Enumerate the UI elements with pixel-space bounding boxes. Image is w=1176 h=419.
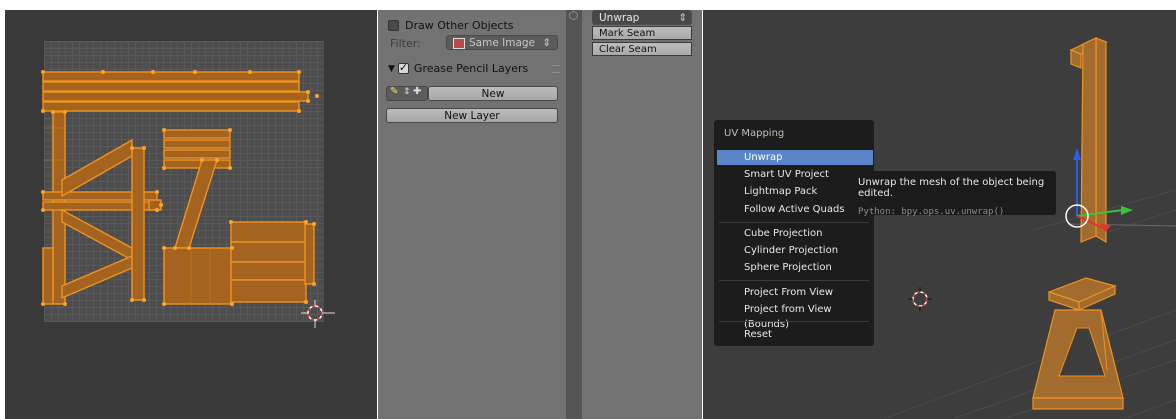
dropdown-arrows-icon: ⇕ [542, 37, 551, 49]
region-divider[interactable] [566, 10, 582, 419]
mark-seam-button[interactable]: Mark Seam [592, 26, 692, 40]
unwrap-dropdown-label: Unwrap [599, 12, 640, 24]
uv-island-plank [42, 71, 300, 82]
uv-island-slat [163, 149, 231, 159]
menu-item-cube-projection[interactable]: Cube Projection [717, 226, 873, 241]
filter-label: Filter: [390, 37, 421, 50]
uv-island-block [230, 241, 307, 263]
pencil-icon: ✎ [390, 86, 399, 97]
unwrap-dropdown[interactable]: Unwrap ⇕ [592, 10, 692, 25]
grease-pencil-datablock-selector[interactable]: ✎ ⇕ ✚ [386, 86, 428, 101]
new-layer-button[interactable]: New Layer [386, 108, 558, 123]
collapse-arrow-icon[interactable]: ▼ [388, 64, 395, 74]
grease-pencil-layers-checkbox[interactable] [397, 61, 409, 74]
unwrap-tooltip: Unwrap the mesh of the object being edit… [848, 171, 1056, 217]
uv-island-brace [61, 208, 133, 262]
uv-island-block [304, 223, 315, 285]
grease-pencil-layers-header[interactable]: ▼ Grease Pencil Layers [388, 61, 529, 75]
tool-shelf: Unwrap ⇕ Mark Seam Clear Seam [582, 10, 702, 419]
z-axis-arrow-head [1073, 148, 1081, 160]
region-toggle-icon[interactable] [569, 11, 578, 20]
uv-island-block [230, 279, 307, 303]
uv-island-post [42, 247, 54, 305]
dropdown-arrows-icon: ⇕ [678, 12, 687, 24]
tooltip-python: Python: bpy.ops.uv.unwrap() [858, 207, 1005, 217]
uv-island-brace [61, 254, 133, 300]
grease-pencil-layers-label: Grease Pencil Layers [413, 62, 529, 75]
uv-island-block [230, 221, 307, 243]
uv-island-post [131, 147, 145, 301]
uv-island-plank [42, 81, 300, 92]
uv-island-slat [163, 129, 231, 139]
uv-island-plank [42, 101, 300, 112]
uv-island-block [230, 261, 307, 281]
floor-grid [882, 189, 1176, 419]
dropdown-arrows-icon: ⇕ [403, 87, 411, 97]
uv-island-slat [163, 159, 231, 169]
menu-separator [719, 222, 869, 223]
menu-item-sphere-projection[interactable]: Sphere Projection [717, 260, 873, 275]
draw-other-objects-label: Draw Other Objects [405, 19, 514, 32]
menu-title: UV Mapping [724, 128, 785, 139]
uv-mapping-menu: UV Mapping Unwrap Smart UV Project Light… [714, 120, 874, 346]
menu-item-reset[interactable]: Reset [717, 327, 873, 342]
new-grease-pencil-button[interactable]: New [428, 86, 558, 101]
uv-island-brace [174, 159, 218, 249]
menu-item-cylinder-projection[interactable]: Cylinder Projection [717, 243, 873, 258]
menu-item-unwrap[interactable]: Unwrap [717, 150, 873, 165]
draw-other-objects-checkbox[interactable] [388, 20, 399, 31]
uv-island-block [163, 247, 233, 305]
filter-value: Same Image [469, 37, 536, 49]
filter-dropdown[interactable]: Same Image ⇕ [446, 35, 558, 50]
uv-island-plank [42, 91, 309, 102]
uv-island-slat [163, 139, 231, 149]
properties-panel: Draw Other Objects Filter: Same Image ⇕ … [378, 10, 566, 419]
menu-separator [719, 321, 869, 322]
image-icon [453, 38, 465, 49]
tooltip-description: Unwrap the mesh of the object being edit… [858, 177, 1045, 199]
menu-item-project-from-view[interactable]: Project From View [717, 285, 873, 300]
y-axis-arrow-head [1121, 206, 1133, 215]
menu-item-project-from-view-bounds[interactable]: Project from View (Bounds) [717, 302, 873, 330]
3d-cursor-icon [908, 287, 932, 311]
add-icon: ✚ [413, 86, 422, 97]
clear-seam-button[interactable]: Clear Seam [592, 42, 692, 56]
menu-separator [719, 280, 869, 281]
uv-islands[interactable] [5, 10, 377, 419]
drag-handle-icon[interactable] [552, 65, 560, 73]
uv-image-editor[interactable] [5, 10, 377, 419]
2d-cursor-icon [301, 300, 335, 328]
draw-other-objects-row[interactable]: Draw Other Objects [388, 19, 514, 32]
uv-island-brace [61, 138, 133, 198]
